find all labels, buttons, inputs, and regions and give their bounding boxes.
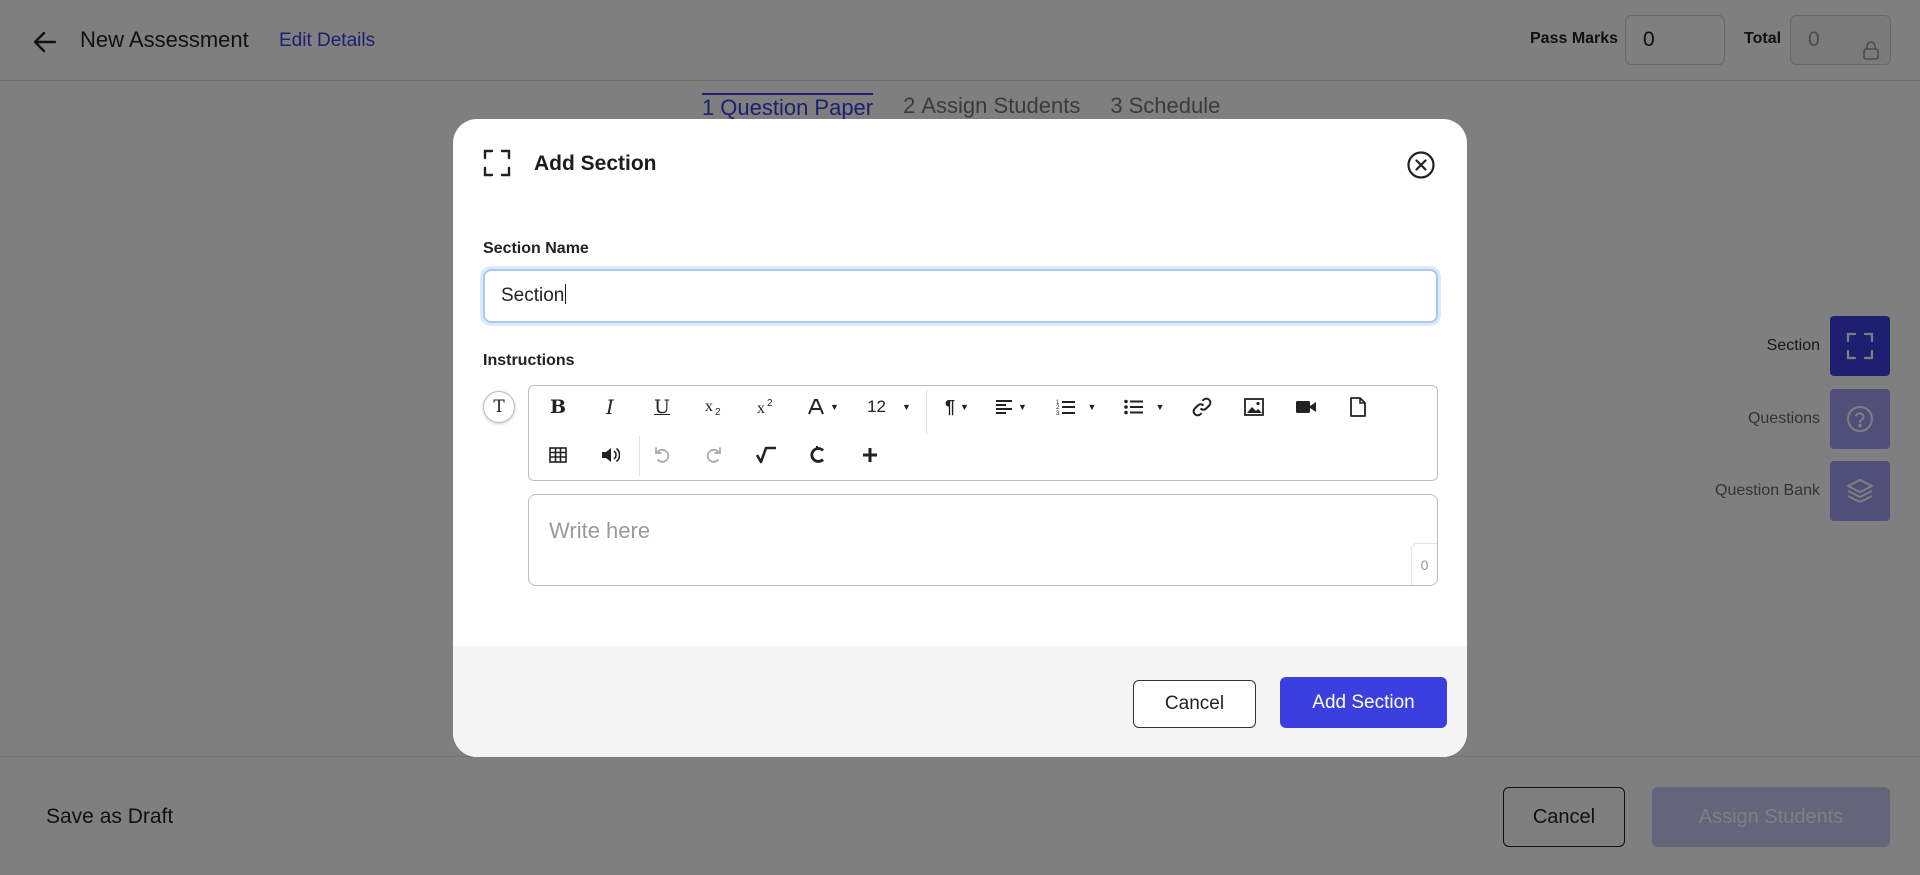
audio-icon[interactable] — [595, 440, 625, 470]
ordered-list-dropdown[interactable]: 1 2 3 ▼ — [1053, 392, 1099, 422]
svg-text:x: x — [757, 400, 765, 417]
font-size-dropdown[interactable]: 12 ▼ — [859, 392, 919, 422]
bold-button[interactable]: B — [543, 392, 573, 422]
image-icon[interactable] — [1239, 392, 1269, 422]
paragraph-format-dropdown[interactable]: ¶ ▼ — [939, 392, 975, 422]
underline-button[interactable]: U — [647, 392, 677, 422]
dialog-title: Add Section — [534, 152, 657, 175]
svg-text:2: 2 — [715, 407, 721, 417]
expand-icon — [483, 149, 511, 182]
chevron-down-icon: ▼ — [1087, 402, 1097, 412]
text-caret — [565, 284, 567, 304]
ordered-list-icon: 123 — [1056, 400, 1075, 416]
add-section-dialog: Add Section Section Name Section Instruc… — [453, 119, 1467, 757]
superscript-icon[interactable]: x2 — [751, 392, 783, 422]
file-icon[interactable] — [1343, 392, 1373, 422]
text-format-toggle[interactable]: T — [483, 391, 515, 423]
svg-text:3: 3 — [1056, 411, 1060, 416]
toolbar-divider — [639, 436, 640, 476]
editor-placeholder: Write here — [549, 518, 651, 543]
cancel-button[interactable]: Cancel — [1133, 680, 1256, 728]
section-name-input[interactable]: Section — [483, 269, 1438, 323]
italic-button[interactable]: I — [595, 392, 625, 422]
chevron-down-icon: ▼ — [1018, 402, 1027, 412]
chevron-down-icon: ▼ — [830, 402, 839, 412]
chevron-down-icon: ▼ — [1155, 402, 1165, 412]
chemistry-icon[interactable] — [803, 440, 833, 470]
section-name-label: Section Name — [483, 240, 589, 257]
svg-text:2: 2 — [767, 398, 773, 409]
redo-icon[interactable] — [699, 440, 729, 470]
bullet-list-icon — [1123, 399, 1143, 415]
font-family-dropdown[interactable]: ▼ — [803, 392, 843, 422]
undo-icon[interactable] — [647, 440, 677, 470]
video-icon[interactable] — [1291, 392, 1321, 422]
plus-icon[interactable] — [855, 440, 885, 470]
paragraph-icon: ¶ — [945, 396, 956, 417]
svg-text:x: x — [705, 398, 713, 415]
bullet-list-dropdown[interactable]: ▼ — [1121, 392, 1167, 422]
align-dropdown[interactable]: ▼ — [991, 392, 1031, 422]
font-size-value: 12 — [867, 397, 886, 416]
dialog-footer: Cancel Add Section — [453, 646, 1467, 757]
section-name-value: Section — [501, 285, 565, 306]
character-count: 0 — [1411, 543, 1437, 585]
rich-text-toolbar: B I U x2 x2 ▼ 12 ▼ ¶ ▼ ▼ 1 2 3 ▼ ▼ — [528, 385, 1438, 481]
toolbar-divider — [926, 390, 927, 434]
instructions-editor[interactable]: Write here 0 — [528, 494, 1438, 586]
math-equation-icon[interactable] — [751, 440, 781, 470]
chevron-down-icon: ▼ — [902, 402, 911, 412]
add-section-button[interactable]: Add Section — [1280, 677, 1447, 728]
align-left-icon — [996, 400, 1013, 414]
table-icon[interactable] — [543, 440, 573, 470]
close-icon[interactable] — [1406, 150, 1436, 180]
chevron-down-icon: ▼ — [960, 402, 969, 412]
subscript-icon[interactable]: x2 — [699, 392, 731, 422]
instructions-label: Instructions — [483, 352, 575, 369]
font-icon — [808, 399, 824, 415]
link-icon[interactable] — [1187, 392, 1217, 422]
